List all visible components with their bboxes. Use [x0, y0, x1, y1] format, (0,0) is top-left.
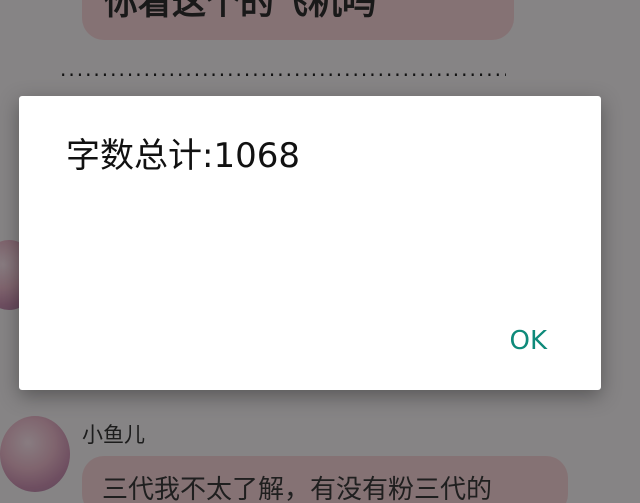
ok-button[interactable]: OK — [501, 320, 555, 362]
word-count-dialog: 字数总计:1068 OK — [19, 96, 601, 390]
dialog-message: 字数总计:1068 — [66, 136, 300, 176]
